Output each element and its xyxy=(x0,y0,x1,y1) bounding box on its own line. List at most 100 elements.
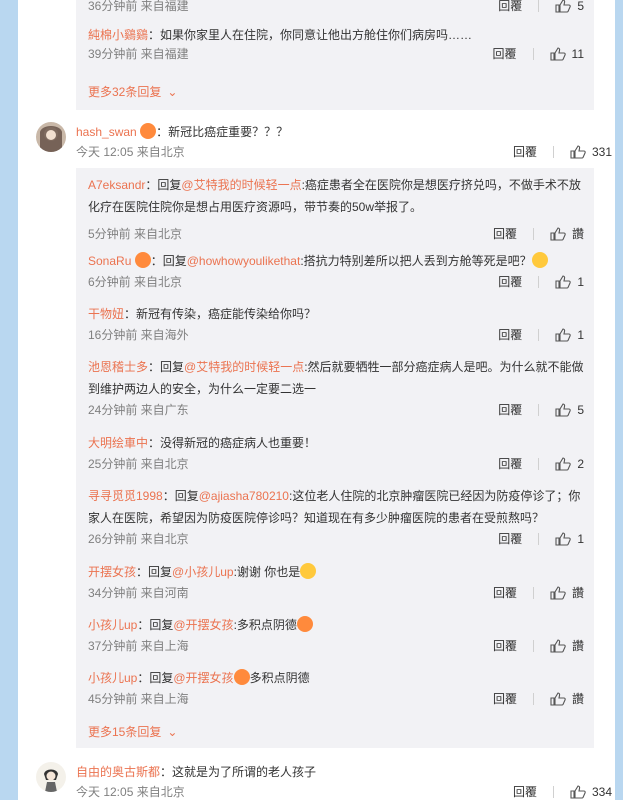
divider xyxy=(532,587,534,599)
comment-meta: 今天 12:05 来自北京 xyxy=(76,145,185,159)
reply-button[interactable]: 回覆 xyxy=(493,46,517,62)
avatar[interactable] xyxy=(36,762,66,792)
reply-username[interactable]: A7eksandr xyxy=(88,178,145,192)
thumbs-up-icon[interactable] xyxy=(555,403,572,417)
reply-button[interactable]: 回覆 xyxy=(498,0,522,14)
thumbs-up-icon[interactable] xyxy=(555,457,572,471)
thumbs-up-icon[interactable] xyxy=(555,275,572,289)
reply-item: 小孩儿up：回复@开摆女孩 多积点阴德 45分钟前 来自上海 回覆 讚 xyxy=(88,667,584,706)
reply-button[interactable]: 回覆 xyxy=(493,226,517,242)
like-count: 1 xyxy=(577,275,584,289)
reply-button[interactable]: 回覆 xyxy=(513,144,537,160)
reply-button[interactable]: 回覆 xyxy=(498,531,522,547)
reply-button[interactable]: 回覆 xyxy=(498,327,522,343)
reply-username[interactable]: 寻寻觅觅1998 xyxy=(88,489,163,503)
mention-link[interactable]: @小孩儿up xyxy=(172,565,234,579)
divider xyxy=(532,48,534,60)
reply-item: 干物妞：新冠有传染，癌症能传染给你吗？ 16分钟前 来自海外 回覆 1 xyxy=(88,303,584,342)
comment: hash_swan ：新冠比癌症重要？？？ 今天 12:05 来自北京 回覆 3… xyxy=(36,122,616,164)
mention-link[interactable]: @ajiasha780210 xyxy=(199,489,289,503)
avatar[interactable] xyxy=(36,122,66,152)
reply-username[interactable]: 純棉小鷄鷄 xyxy=(88,28,148,42)
reply-meta: 24分钟前 来自广东 xyxy=(88,403,189,417)
more-replies-label: 更多15条回复 xyxy=(88,725,162,739)
reply-text: ：如果你家里人在住院，你同意让他出方舱住你们病房吗…… xyxy=(148,28,473,42)
thumbs-up-icon[interactable] xyxy=(570,145,586,159)
comment-username[interactable]: hash_swan xyxy=(76,125,137,139)
mention-link[interactable]: @艾特我的时候轻一点 xyxy=(181,178,301,192)
comment-body: hash_swan ：新冠比癌症重要？？？ 今天 12:05 来自北京 回覆 3… xyxy=(76,122,612,159)
left-background xyxy=(0,0,18,800)
reply-meta: 6分钟前 来自北京 xyxy=(88,275,183,289)
comment: 自由的奥古斯都：这就是为了所谓的老人孩子 今天 12:05 来自北京 回覆 33… xyxy=(36,762,616,800)
reply-actions: 回覆 5 xyxy=(498,0,584,14)
reply-button[interactable]: 回覆 xyxy=(493,691,517,707)
reply-prefix: ：回复 xyxy=(137,618,174,632)
reply-actions: 回覆 1 xyxy=(498,531,584,547)
divider xyxy=(552,146,554,158)
comment-body: 自由的奥古斯都：这就是为了所谓的老人孩子 今天 12:05 来自北京 回覆 33… xyxy=(76,762,612,799)
reply-username[interactable]: 开摆女孩 xyxy=(88,565,136,579)
thumbs-up-icon[interactable] xyxy=(555,532,572,546)
reply-meta: 25分钟前 来自北京 xyxy=(88,457,189,471)
divider xyxy=(532,228,534,240)
reply-actions: 回覆 1 xyxy=(498,327,584,343)
chevron-down-icon: ⌄ xyxy=(167,85,178,99)
divider xyxy=(538,329,540,341)
thumbs-up-icon[interactable] xyxy=(550,227,566,241)
right-background xyxy=(615,0,623,800)
reply-prefix: ：回复 xyxy=(145,178,182,192)
thumbs-up-icon[interactable] xyxy=(570,785,586,799)
reply-actions: 回覆 讚 xyxy=(493,585,584,601)
reply-meta: 34分钟前 来自河南 xyxy=(88,586,189,600)
like-count: 讚 xyxy=(571,227,584,241)
like-count: 讚 xyxy=(571,586,584,600)
reply-username[interactable]: 干物妞 xyxy=(88,307,124,321)
reply-username[interactable]: 小孩儿up xyxy=(88,618,137,632)
thumbs-up-icon[interactable] xyxy=(555,0,572,13)
reply-username[interactable]: 池恩稽士多 xyxy=(88,360,148,374)
kiss-emoji-icon xyxy=(296,616,313,632)
reply-item: 池恩稽士多：回复@艾特我的时候轻一点:然后就要牺牲一部分癌症病人是吧。为什么就不… xyxy=(88,356,584,417)
reply-username[interactable]: 小孩儿up xyxy=(88,671,137,685)
more-replies-link[interactable]: 更多32条回复 ⌄ xyxy=(88,84,177,100)
more-replies-link[interactable]: 更多15条回复 ⌄ xyxy=(88,724,177,740)
thumbs-up-icon[interactable] xyxy=(550,586,566,600)
mention-link[interactable]: @howhowyoulikethat xyxy=(187,254,301,268)
thumbs-up-icon[interactable] xyxy=(550,692,566,706)
divider xyxy=(538,533,540,545)
reply-text: :多积点阴德 xyxy=(233,618,297,632)
reply-button[interactable]: 回覆 xyxy=(498,274,522,290)
weibo-comments-page: 36分钟前 来自福建 回覆 5 純棉小鷄鷄：如果你家里人在住院，你同意让他出方舱… xyxy=(0,0,623,800)
reply-prefix: ：回复 xyxy=(137,671,174,685)
comment-meta: 今天 12:05 来自北京 xyxy=(76,785,185,799)
reply-button[interactable]: 回覆 xyxy=(513,784,537,800)
reply-text: 多积点阴德 xyxy=(249,671,310,685)
thumbs-up-icon[interactable] xyxy=(549,47,566,61)
reply-text: ：新冠有传染，癌症能传染给你吗？ xyxy=(124,307,317,321)
reply-username[interactable]: 大明绘車中 xyxy=(88,436,148,450)
thumbs-up-icon[interactable] xyxy=(550,639,566,653)
emoji-icon xyxy=(140,123,157,139)
mention-link[interactable]: @开摆女孩 xyxy=(173,618,233,632)
reply-content: SonaRu ：回复@howhowyoulikethat:搭抗力特别差所以把人丢… xyxy=(88,250,584,272)
comment-text: ：这就是为了所谓的老人孩子 xyxy=(160,765,317,779)
reply-item: A7eksandr：回复@艾特我的时候轻一点:癌症患者全在医院你是想医疗挤兑吗，… xyxy=(88,174,584,242)
divider xyxy=(538,404,540,416)
reply-button[interactable]: 回覆 xyxy=(498,402,522,418)
reply-item: 大明绘車中：没得新冠的癌症病人也重要！ 25分钟前 来自北京 回覆 2 xyxy=(88,432,584,471)
emoji-icon xyxy=(134,252,151,268)
mention-link[interactable]: @艾特我的时候轻一点 xyxy=(184,360,304,374)
reply-username[interactable]: SonaRu xyxy=(88,254,131,268)
like-count: 334 xyxy=(591,785,612,799)
reply-prefix: ：回复 xyxy=(150,254,187,268)
thumbs-up-icon[interactable] xyxy=(555,328,572,342)
comment-username[interactable]: 自由的奥古斯都 xyxy=(76,765,160,779)
reply-button[interactable]: 回覆 xyxy=(493,638,517,654)
comment-actions: 回覆 331 xyxy=(513,144,612,160)
reply-actions: 回覆 讚 xyxy=(493,226,584,242)
reply-button[interactable]: 回覆 xyxy=(493,585,517,601)
mention-link[interactable]: @开摆女孩 xyxy=(173,671,233,685)
reply-button[interactable]: 回覆 xyxy=(498,456,522,472)
emoji-icon xyxy=(531,252,548,268)
